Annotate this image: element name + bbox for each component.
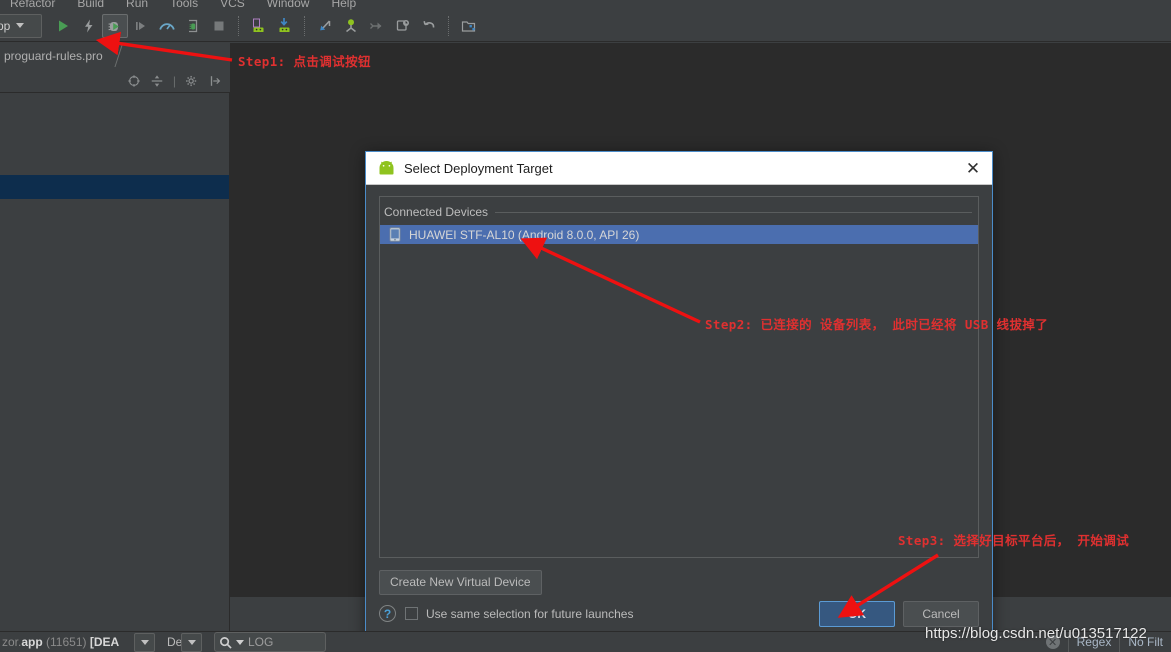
menu-item-tools[interactable]: Tools <box>170 0 198 10</box>
process-state: [DEA <box>89 635 120 649</box>
run-configuration-selector[interactable]: pp <box>0 13 42 38</box>
toolbar-separator <box>238 15 240 36</box>
tool-window-header: | <box>0 69 230 93</box>
search-icon <box>220 636 232 649</box>
chevron-down-icon <box>187 639 196 645</box>
menu-item-refactor[interactable]: Refactor <box>10 0 55 10</box>
vcs-update-icon <box>320 19 331 30</box>
use-same-selection-label: Use same selection for future launches <box>426 606 634 621</box>
editor-tab-proguard-rules[interactable]: proguard-rules.pro <box>0 43 119 69</box>
search-placeholder: LOG <box>248 635 274 649</box>
stop-button[interactable] <box>206 14 232 38</box>
history-button[interactable] <box>390 14 416 38</box>
attach-debugger-button[interactable] <box>180 14 206 38</box>
connected-devices-label: Connected Devices <box>384 205 489 219</box>
editor-tab-label: proguard-rules.pro <box>4 49 103 63</box>
toolbar-separator <box>448 15 450 36</box>
device-list-item[interactable]: HUAWEI STF-AL10 (Android 8.0.0, API 26) <box>380 225 978 244</box>
vcs-revert-icon <box>423 20 435 28</box>
push-button[interactable] <box>364 14 390 38</box>
vcs-push-icon <box>370 22 382 29</box>
vcs-history-icon <box>396 19 409 31</box>
android-robot-icon <box>379 160 394 174</box>
group-divider <box>495 211 972 213</box>
toolbar-separator <box>304 15 306 36</box>
process-dropdown-button[interactable] <box>134 632 155 652</box>
android-sdk-icon <box>253 18 264 32</box>
annotation-step1: Step1: 点击调试按钮 <box>238 54 371 69</box>
search-options-chevron-icon[interactable] <box>236 639 244 645</box>
revert-button[interactable] <box>416 14 442 38</box>
target-icon[interactable] <box>127 74 141 88</box>
menu-item-window[interactable]: Window <box>267 0 310 10</box>
run-button[interactable] <box>50 14 76 38</box>
gear-icon[interactable] <box>185 74 199 88</box>
use-same-selection-checkbox[interactable] <box>405 607 418 620</box>
logcat-search-input[interactable]: LOG <box>214 632 326 652</box>
menu-item-run[interactable]: Run <box>126 0 148 10</box>
sdk-manager-button[interactable] <box>246 14 272 38</box>
help-icon[interactable]: ? <box>379 605 396 622</box>
play-icon <box>59 20 68 31</box>
project-structure-button[interactable] <box>456 14 482 38</box>
profile-button[interactable] <box>154 14 180 38</box>
menu-bar: Refactor Build Run Tools VCS Window Help <box>0 0 1171 10</box>
tool-window-panel <box>0 93 230 631</box>
lightning-icon <box>85 19 93 32</box>
gauge-icon <box>159 22 175 30</box>
apply-changes-button[interactable] <box>76 14 102 38</box>
avd-manager-button[interactable] <box>272 14 298 38</box>
collapse-all-icon[interactable] <box>150 74 164 88</box>
create-new-virtual-device-button[interactable]: Create New Virtual Device <box>379 570 542 595</box>
vcs-commit-icon <box>346 18 356 32</box>
bug-debug-icon <box>108 21 119 31</box>
process-app: app <box>21 635 43 649</box>
log-level-dropdown-button[interactable] <box>181 632 202 652</box>
android-avd-icon <box>279 18 290 32</box>
attach-process-icon <box>189 19 198 32</box>
device-label: HUAWEI STF-AL10 (Android 8.0.0, API 26) <box>409 227 640 242</box>
process-prefix: zor. <box>2 635 22 649</box>
menu-item-build[interactable]: Build <box>77 0 104 10</box>
dialog-title-bar: Select Deployment Target ✕ <box>366 152 992 185</box>
annotation-step2: Step2: 已连接的 设备列表， 此时已经将 USB 线拔掉了 <box>705 317 1049 332</box>
android-studio-window: Refactor Build Run Tools VCS Window Help… <box>0 0 1171 652</box>
dialog-body: Connected Devices HUAWEI STF-AL10 (Andro… <box>366 185 992 639</box>
process-pid: (11651) <box>46 635 87 649</box>
process-selector-label[interactable]: zor. app (11651) [DEA <box>0 633 132 652</box>
step-over-button[interactable] <box>128 14 154 38</box>
editor-tab-strip: proguard-rules.pro <box>0 43 230 69</box>
phone-icon <box>389 227 401 242</box>
update-project-button[interactable] <box>312 14 338 38</box>
create-device-row: Create New Virtual Device <box>379 570 979 595</box>
select-deployment-target-dialog: Select Deployment Target ✕ Connected Dev… <box>365 151 993 640</box>
menu-item-vcs[interactable]: VCS <box>220 0 245 10</box>
stop-square-icon <box>214 21 224 30</box>
cancel-button[interactable]: Cancel <box>903 600 979 627</box>
commit-button[interactable] <box>338 14 364 38</box>
chevron-down-icon <box>16 23 25 28</box>
hide-panel-icon[interactable] <box>208 74 222 88</box>
chevron-down-icon <box>140 639 149 645</box>
main-toolbar: pp <box>0 10 1171 42</box>
close-icon[interactable]: ✕ <box>962 157 984 179</box>
run-configuration-label: pp <box>0 18 11 33</box>
device-list[interactable]: Connected Devices HUAWEI STF-AL10 (Andro… <box>379 196 979 558</box>
connected-devices-group: Connected Devices <box>380 203 978 221</box>
selected-list-row[interactable] <box>0 175 229 199</box>
dialog-title: Select Deployment Target <box>404 160 553 176</box>
watermark: https://blog.csdn.net/u013517122 <box>925 625 1147 642</box>
menu-item-help[interactable]: Help <box>331 0 356 10</box>
ok-button[interactable]: OK <box>819 600 895 627</box>
debug-button[interactable] <box>102 13 128 38</box>
annotation-step3: Step3: 选择好目标平台后， 开始调试 <box>898 533 1130 548</box>
dialog-footer: ? Use same selection for future launches… <box>379 600 979 627</box>
header-divider: | <box>172 73 176 88</box>
step-icon <box>136 21 145 30</box>
project-structure-icon <box>461 20 476 32</box>
